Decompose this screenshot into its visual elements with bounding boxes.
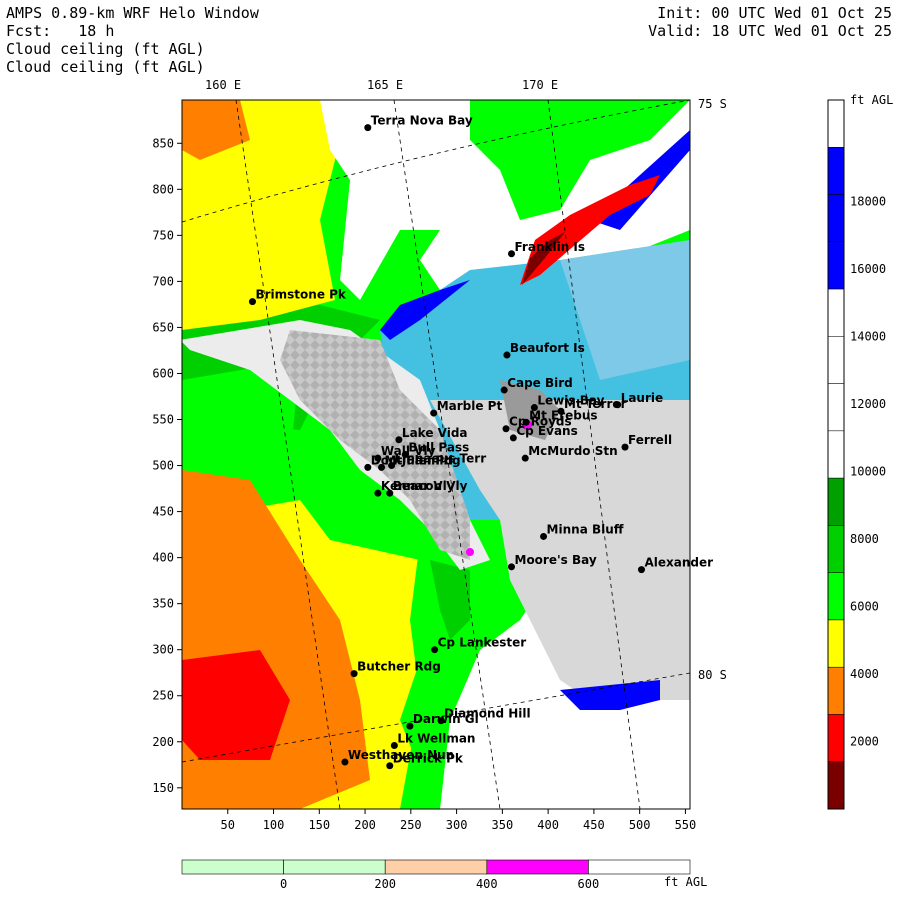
legend-label: 16000 (850, 262, 886, 276)
y-tick-label: 400 (152, 551, 174, 565)
ceiling-spot-2 (466, 548, 474, 556)
y-tick-label: 750 (152, 228, 174, 242)
legend-label: 6000 (850, 599, 879, 613)
bottom-legend-swatch (588, 859, 691, 875)
legend-label: 18000 (850, 194, 886, 208)
legend-label: 14000 (850, 329, 886, 343)
legend-swatch (827, 288, 845, 337)
station-label: Terra Nova Bay (371, 114, 473, 128)
y-tick-label: 150 (152, 781, 174, 795)
legend-swatch (827, 714, 845, 762)
station-label: Cp Evans (516, 424, 577, 438)
legend-swatch (827, 477, 845, 526)
legend-label: 4000 (850, 667, 879, 681)
x-tick-label: 200 (354, 818, 376, 832)
x-tick-label: 100 (263, 818, 285, 832)
y-tick-label: 700 (152, 274, 174, 288)
bottom-legend-swatch (486, 859, 589, 875)
y-tick-label: 500 (152, 459, 174, 473)
station-label: Alexander (644, 556, 713, 570)
station-label: Lake Vida (402, 426, 468, 440)
station-label: Lk Wellman (397, 731, 475, 745)
bottom-legend-label: 600 (578, 877, 600, 891)
legend-swatch (827, 761, 845, 810)
station-label: Franklin Is (515, 240, 586, 254)
station-label: Moore's Bay (515, 553, 597, 567)
legend-unit: ft AGL (850, 93, 893, 107)
bottom-legend-label: 400 (476, 877, 498, 891)
station-label: Ferrell (628, 433, 672, 447)
legend-swatch (827, 336, 845, 384)
lon-label-160: 160 E (205, 78, 241, 92)
x-tick-label: 300 (446, 818, 468, 832)
legend-label: 8000 (850, 532, 879, 546)
y-tick-label: 650 (152, 320, 174, 334)
x-tick-label: 150 (308, 818, 330, 832)
y-tick-label: 800 (152, 182, 174, 196)
station-label: Linnaeus Terr (395, 452, 487, 466)
x-tick-label: 450 (583, 818, 605, 832)
y-tick-label: 850 (152, 136, 174, 150)
x-tick-label: 550 (675, 818, 697, 832)
y-tick-label: 350 (152, 597, 174, 611)
bottom-legend-swatch (283, 859, 386, 875)
legend-swatch (827, 572, 845, 621)
legend-swatch (827, 525, 845, 573)
lon-label-165: 165 E (367, 78, 403, 92)
station-label: Derrick Pk (393, 752, 464, 766)
station-label: Beacon Vly (393, 479, 468, 493)
bottom-legend-label: 0 (280, 877, 287, 891)
bottom-legend-swatch (181, 859, 284, 875)
y-tick-label: 550 (152, 413, 174, 427)
y-tick-label: 200 (152, 735, 174, 749)
x-axis: 50 100 150 200 250 300 350 400 450 500 550 (221, 809, 697, 832)
x-tick-label: 500 (629, 818, 651, 832)
station-label: Butcher Rdg (357, 660, 441, 674)
lat-label-75: 75 S (698, 97, 727, 111)
y-tick-label: 250 (152, 689, 174, 703)
x-tick-label: 400 (537, 818, 559, 832)
legend-swatch (827, 99, 845, 148)
low-ceiling-legend: 0 200 400 600 (181, 859, 691, 891)
station-label: Brimstone Pk (255, 288, 346, 302)
legend-label: 12000 (850, 397, 886, 411)
ceiling-legend: 2000 4000 6000 8000 10000 12000 14000 16000 1800… (827, 99, 886, 810)
x-tick-label: 250 (400, 818, 422, 832)
x-tick-label: 350 (492, 818, 514, 832)
x-tick-label: 50 (221, 818, 235, 832)
station-label: McMurdo Stn (528, 444, 617, 458)
legend-swatch (827, 666, 845, 715)
legend-swatch (827, 194, 845, 243)
lat-label-80: 80 S (698, 668, 727, 682)
y-tick-label: 450 (152, 505, 174, 519)
legend-swatch (827, 241, 845, 290)
y-axis: 150 200 250 300 350 400 450 500 550 600 650 700 750 8… (152, 136, 182, 795)
y-tick-label: 600 (152, 366, 174, 380)
y-tick-label: 300 (152, 643, 174, 657)
legend-swatch (827, 147, 845, 195)
legend-swatch (827, 430, 845, 479)
lon-label-170: 170 E (522, 78, 558, 92)
station-label: Beaufort Is (510, 341, 585, 355)
map-figure: 50 100 150 200 250 300 350 400 450 500 550 150 200 2… (152, 78, 893, 891)
station-label: Diamond Hill (444, 707, 531, 721)
station-label: Cp Lankester (438, 636, 527, 650)
station-label: Laurie (621, 391, 663, 405)
bottom-legend-swatch (384, 859, 488, 875)
bottom-legend-label: 200 (374, 877, 396, 891)
legend-swatch (827, 383, 845, 432)
legend-label: 2000 (850, 734, 879, 748)
legend-label: 10000 (850, 464, 886, 478)
bottom-legend-unit: ft AGL (664, 875, 707, 889)
station-label: Marble Pt (437, 399, 503, 413)
station-label: Cape Bird (507, 376, 573, 390)
legend-swatch (827, 619, 845, 668)
station-label: Minna Bluff (547, 522, 624, 536)
